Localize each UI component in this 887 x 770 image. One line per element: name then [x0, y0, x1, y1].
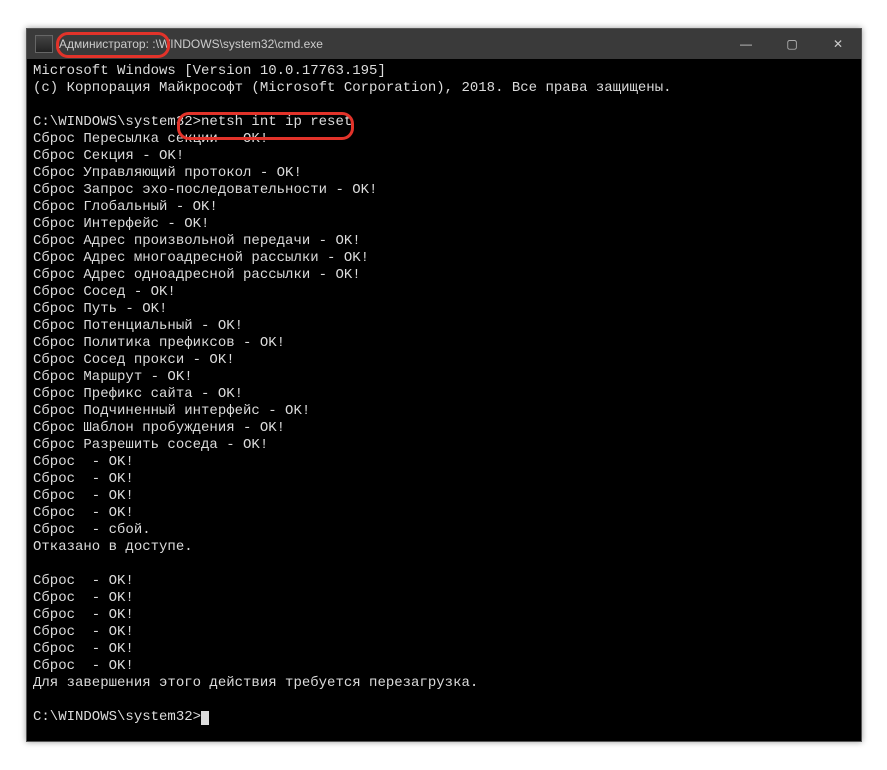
window-title: Администратор: :\WINDOWS\system32\cmd.ex… — [59, 37, 323, 51]
cursor — [201, 711, 209, 725]
title-path: :\WINDOWS\system32\cmd.exe — [149, 37, 323, 51]
cmd-icon — [35, 35, 53, 53]
close-button[interactable]: ✕ — [815, 29, 861, 59]
minimize-button[interactable]: — — [723, 29, 769, 59]
maximize-icon: ▢ — [786, 37, 797, 51]
title-admin-prefix: Администратор: — [59, 37, 149, 51]
terminal-output[interactable]: Microsoft Windows [Version 10.0.17763.19… — [27, 59, 861, 741]
minimize-icon: — — [740, 37, 752, 51]
titlebar[interactable]: Администратор: :\WINDOWS\system32\cmd.ex… — [27, 29, 861, 59]
cmd-window: Администратор: :\WINDOWS\system32\cmd.ex… — [26, 28, 862, 742]
caption-buttons: — ▢ ✕ — [723, 29, 861, 59]
maximize-button[interactable]: ▢ — [769, 29, 815, 59]
close-icon: ✕ — [833, 37, 843, 51]
